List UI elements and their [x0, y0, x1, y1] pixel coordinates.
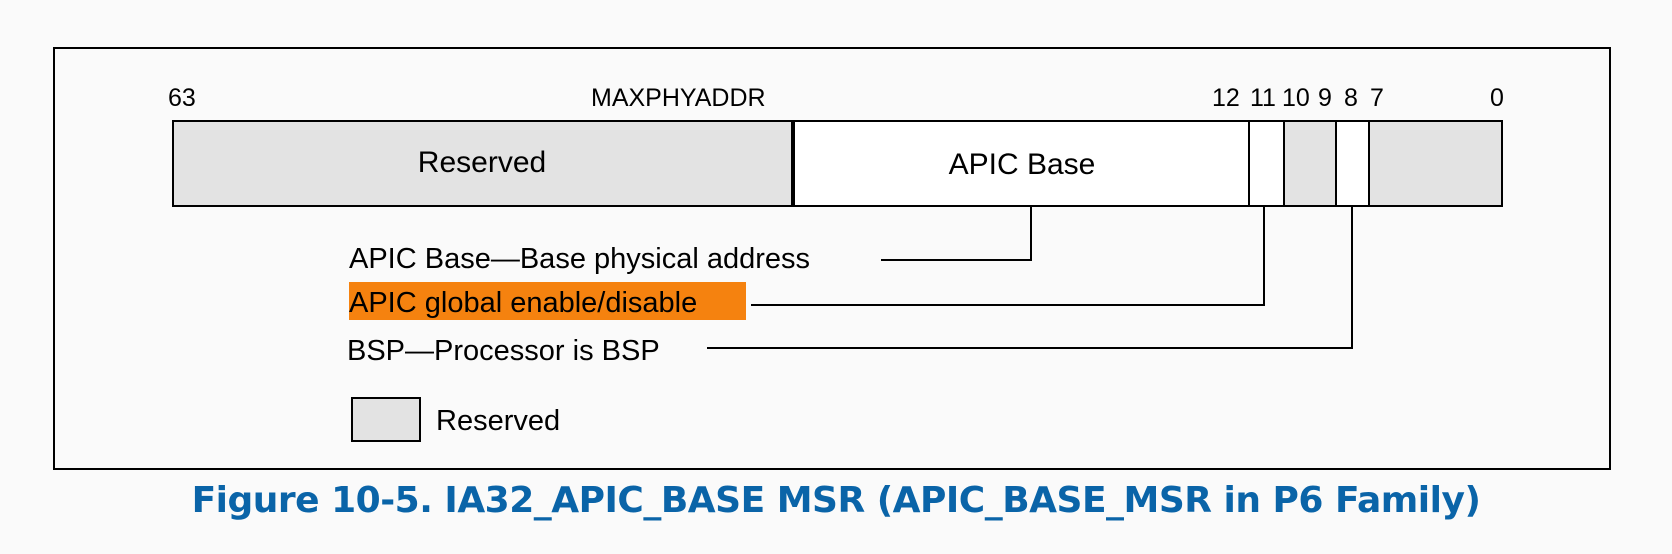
field-reserved-bits-10-9: [1283, 120, 1337, 207]
bit-label-8: 8: [1344, 84, 1358, 112]
field-reserved-low: [1368, 120, 1503, 207]
bit-label-12: 12: [1212, 84, 1240, 112]
callout-line-apic-base: [881, 207, 1032, 261]
callout-line-bsp: [707, 207, 1353, 349]
bit-label-maxphyaddr: MAXPHYADDR: [591, 84, 766, 112]
callout-line-global-enable: [751, 207, 1265, 306]
desc-apic-base: APIC Base—Base physical address: [349, 243, 810, 275]
bit-label-63: 63: [168, 84, 196, 112]
bit-label-0: 0: [1490, 84, 1504, 112]
legend-reserved-label: Reserved: [436, 405, 560, 437]
field-label-reserved: Reserved: [418, 146, 546, 179]
field-bit-8: [1335, 120, 1370, 207]
register-diagram: 63 MAXPHYADDR 12 11 10 9 8 7 0 Reserved …: [53, 47, 1611, 470]
bit-label-9: 9: [1318, 84, 1332, 112]
desc-bsp: BSP—Processor is BSP: [347, 335, 660, 367]
figure-caption: Figure 10-5. IA32_APIC_BASE MSR (APIC_BA…: [191, 480, 1481, 521]
bit-label-11: 11: [1250, 84, 1276, 112]
legend-reserved-swatch: [351, 397, 421, 442]
bit-label-10: 10: [1282, 84, 1310, 112]
field-bit-11: [1248, 120, 1285, 207]
bit-label-7: 7: [1370, 84, 1384, 112]
field-label-apic-base: APIC Base: [949, 148, 1096, 181]
desc-global-enable: APIC global enable/disable: [349, 287, 697, 319]
